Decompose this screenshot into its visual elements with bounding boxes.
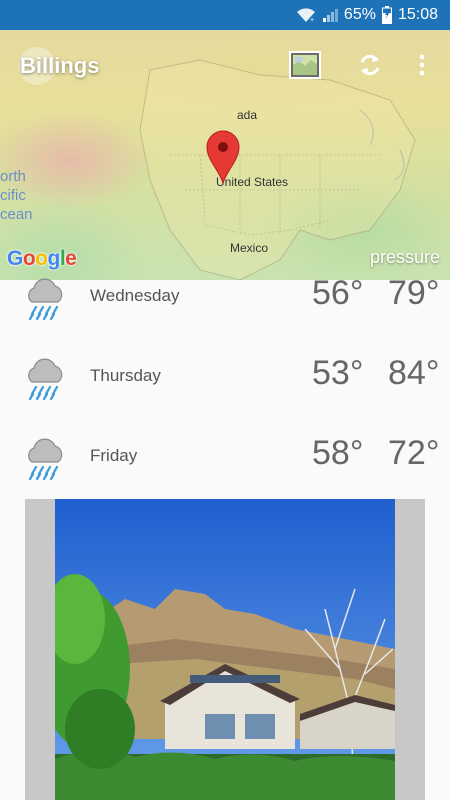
map-label-ocean: orth cific cean [0, 167, 33, 224]
forecast-high-temp: 84° [388, 354, 440, 392]
city-photo-illustration [55, 499, 395, 800]
map-layers-icon [289, 51, 321, 79]
more-vert-icon [419, 54, 425, 76]
city-photo-card[interactable] [25, 499, 425, 800]
city-photo [55, 499, 395, 800]
location-pin-icon[interactable] [205, 130, 241, 184]
forecast-high-temp: 72° [388, 434, 440, 472]
forecast-day: Thursday [90, 366, 161, 385]
more-options-button[interactable] [412, 50, 432, 80]
rain-cloud-icon [28, 278, 63, 321]
svg-text:+: + [310, 17, 314, 23]
map-label-mexico: Mexico [230, 241, 269, 255]
refresh-button[interactable] [355, 50, 385, 80]
rain-cloud-icon [28, 358, 63, 401]
status-bar: + 65% 15:08 [0, 0, 450, 30]
map-layers-button[interactable] [288, 50, 322, 80]
city-title[interactable]: Billings [20, 53, 99, 79]
forecast-low-temp: 58° [312, 434, 364, 472]
forecast-day: Wednesday [90, 286, 180, 305]
rain-cloud-icon [28, 438, 63, 481]
forecast-row-wednesday[interactable]: Wednesday 56° 79° [0, 260, 450, 340]
clock: 15:08 [397, 6, 438, 23]
battery-charging-icon [381, 6, 392, 24]
weather-map[interactable]: Billings ada United States Mexico orth c… [0, 30, 450, 280]
ocean-label-line2: cific [0, 187, 26, 204]
forecast-low-temp: 53° [312, 354, 364, 392]
signal-icon [322, 9, 338, 22]
forecast-low-temp: 56° [312, 274, 364, 312]
map-label-canada: ada [237, 108, 258, 122]
forecast-day: Friday [90, 446, 138, 465]
ocean-label-line3: cean [0, 206, 33, 223]
forecast-row-friday[interactable]: Friday 58° 72° [0, 420, 450, 500]
forecast-high-temp: 79° [388, 274, 440, 312]
ocean-label-line1: orth [0, 168, 26, 185]
refresh-icon [360, 54, 380, 76]
forecast-row-thursday[interactable]: Thursday 53° 84° [0, 340, 450, 420]
wifi-icon: + [296, 8, 315, 23]
status-indicators: + 65% 15:08 [296, 0, 438, 30]
battery-percent: 65% [343, 6, 376, 23]
